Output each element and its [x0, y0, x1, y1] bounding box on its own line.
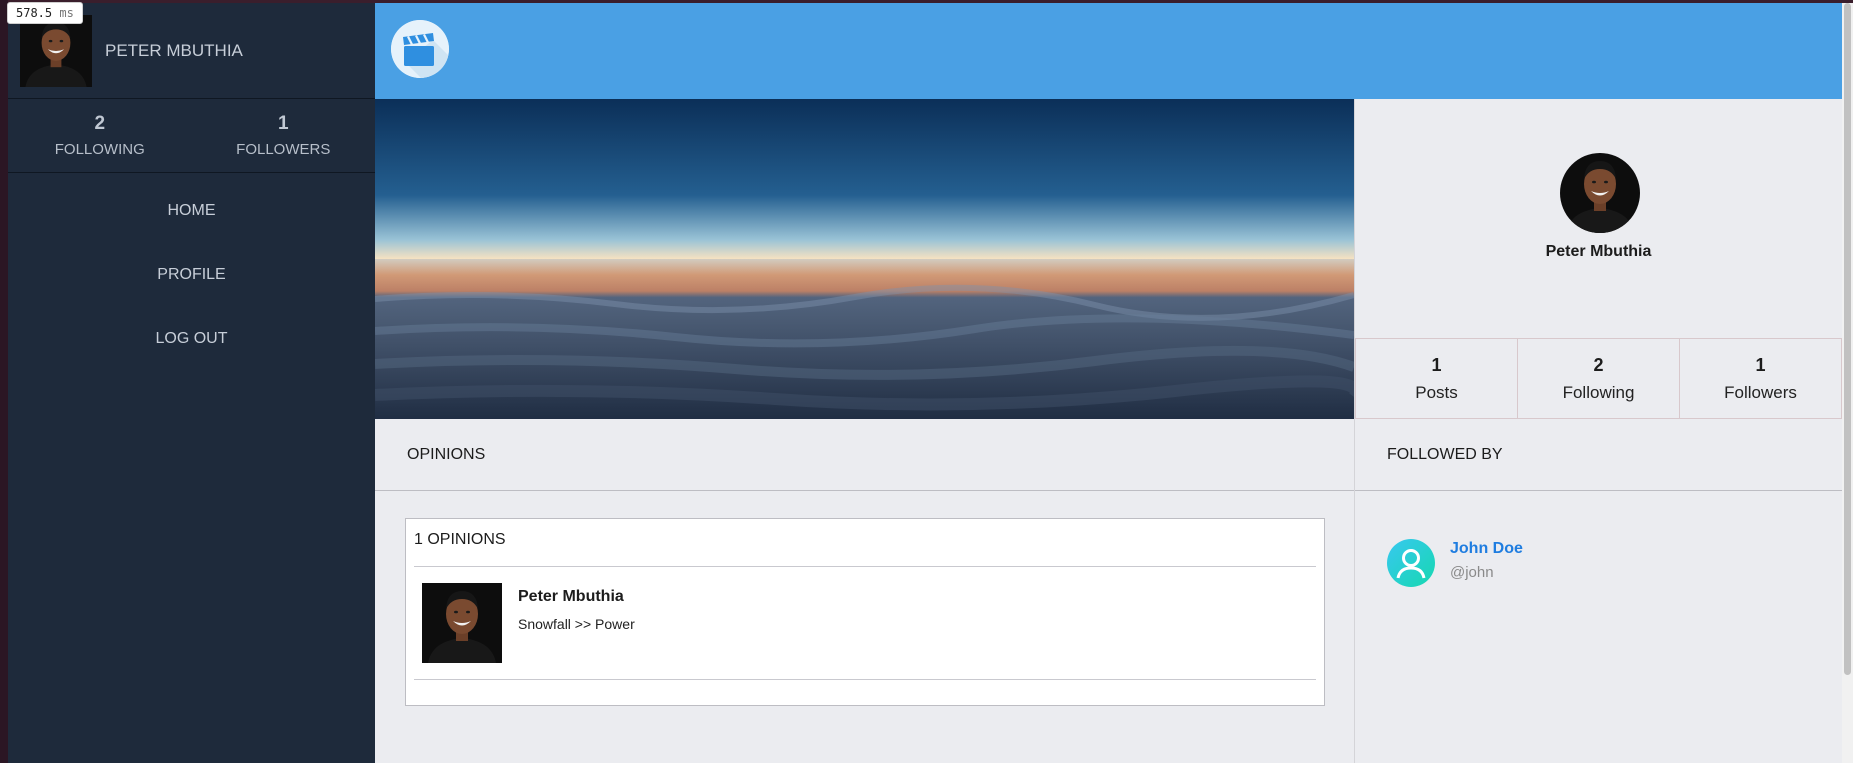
render-timer-unit: ms [59, 6, 74, 20]
app-logo[interactable] [391, 20, 449, 78]
follower-item: John Doe @john [1387, 539, 1523, 587]
follower-name-link[interactable]: John Doe [1450, 540, 1523, 558]
cover-photo [374, 99, 1362, 419]
sidebar-following-stat[interactable]: 2 FOLLOWING [8, 99, 192, 172]
follower-handle: @john [1450, 564, 1494, 581]
nav-log-out[interactable]: LOG OUT [8, 321, 375, 385]
user-icon [1396, 549, 1426, 579]
profile-following-stat[interactable]: 2 Following [1518, 338, 1680, 419]
sidebar-followers-stat[interactable]: 1 FOLLOWERS [192, 99, 376, 172]
opinion-author: Peter Mbuthia [518, 588, 624, 605]
sidebar-followers-label: FOLLOWERS [236, 141, 331, 158]
opinions-count: 1 OPINIONS [414, 519, 1316, 567]
opinion-item: Peter Mbuthia Snowfall >> Power [414, 567, 1316, 680]
profile-stats: 1 Posts 2 Following 1 Followers [1355, 338, 1842, 419]
sidebar-avatar [20, 15, 92, 87]
nav-profile[interactable]: PROFILE [8, 257, 375, 321]
scrollbar-thumb[interactable] [1844, 3, 1851, 675]
desktop-edge [0, 0, 8, 763]
clapperboard-icon [391, 20, 449, 78]
sidebar-following-label: FOLLOWING [54, 141, 145, 158]
render-timer-value: 578.5 [16, 6, 53, 20]
sidebar-nav: HOME PROFILE LOG OUT [8, 173, 375, 385]
sidebar-stats: 2 FOLLOWING 1 FOLLOWERS [8, 99, 375, 173]
profile-card: Peter Mbuthia 1 Posts 2 Following 1 Foll… [1354, 99, 1842, 419]
sidebar-user-name: PETER MBUTHIA [105, 40, 243, 60]
opinion-author-avatar [422, 583, 502, 663]
sidebar-followers-count: 1 [277, 113, 289, 134]
profile-followers-label: Followers [1724, 382, 1797, 402]
followed-by-section: FOLLOWED BY John Doe @john [1354, 419, 1842, 763]
page-scrollbar[interactable] [1842, 3, 1853, 763]
profile-followers-stat[interactable]: 1 Followers [1680, 338, 1842, 419]
opinions-heading: OPINIONS [375, 419, 1354, 491]
follower-avatar[interactable] [1387, 539, 1435, 587]
profile-following-count: 2 [1593, 354, 1604, 375]
profile-posts-stat[interactable]: 1 Posts [1355, 338, 1518, 419]
opinion-text: Snowfall >> Power [518, 616, 635, 632]
follower-details: John Doe @john [1450, 540, 1523, 587]
opinions-section: OPINIONS 1 OPINIONS Peter Mbuthia Snowfa… [375, 419, 1354, 763]
profile-following-label: Following [1562, 382, 1635, 402]
sidebar: PETER MBUTHIA 2 FOLLOWING 1 FOLLOWERS HO… [8, 3, 375, 763]
render-timer-badge: 578.5 ms [7, 2, 83, 24]
opinions-card: 1 OPINIONS Peter Mbuthia Snowfall >> Pow… [405, 518, 1325, 706]
cover-image [374, 99, 1362, 419]
nav-home[interactable]: HOME [8, 193, 375, 257]
sidebar-following-count: 2 [94, 113, 106, 134]
profile-name: Peter Mbuthia [1545, 243, 1652, 260]
profile-posts-label: Posts [1415, 382, 1458, 402]
profile-followers-count: 1 [1755, 354, 1766, 375]
followed-by-heading: FOLLOWED BY [1355, 419, 1842, 491]
profile-posts-count: 1 [1431, 354, 1442, 375]
profile-avatar [1560, 153, 1640, 233]
top-bar [375, 3, 1842, 99]
